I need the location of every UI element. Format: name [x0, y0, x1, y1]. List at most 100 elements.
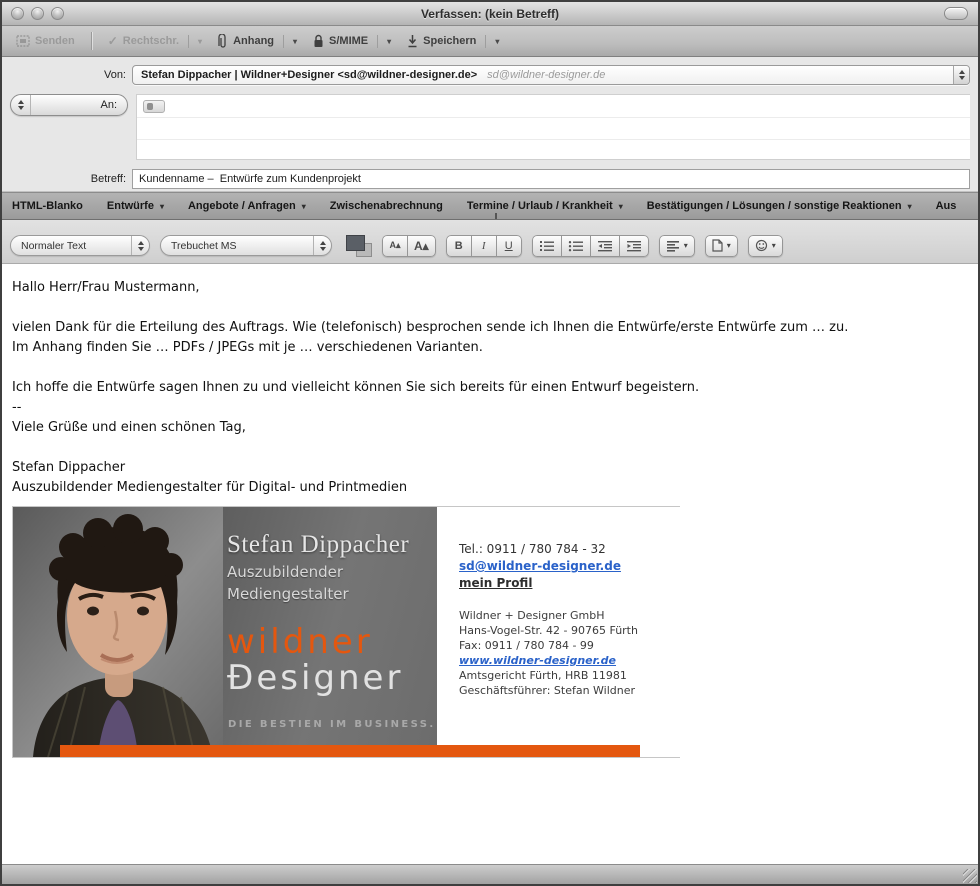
tab-angebote-anfragen[interactable]: Angebote / Anfragen ▾: [188, 200, 306, 212]
emoticon-group: ▾: [748, 235, 783, 257]
bulleted-list-button[interactable]: [561, 235, 591, 257]
attachment-menu-caret-icon[interactable]: ▾: [291, 37, 299, 46]
alignment-menu-caret-icon: ▾: [684, 241, 688, 250]
numbered-list-button[interactable]: [532, 235, 562, 257]
tab-termine-urlaub-krankheit[interactable]: Termine / Urlaub / Krankheit ▾: [467, 200, 623, 212]
portrait-photo: [13, 507, 223, 757]
card-role-2: Mediengestalter: [227, 585, 409, 603]
toolbar-separator: [91, 32, 92, 50]
card-role-1: Auszubildender: [227, 563, 409, 581]
company-tagline: DIE BESTIEN IM BUSINESS.: [228, 719, 436, 730]
tab-html-blanko[interactable]: HTML-Blanko: [12, 200, 83, 212]
toolbar-toggle-button[interactable]: [944, 7, 968, 20]
tab-bar-handle: [495, 213, 497, 220]
send-button[interactable]: Senden: [12, 32, 79, 50]
to-label: An:: [31, 99, 127, 111]
indent-button[interactable]: [619, 235, 649, 257]
font-size-increase-button[interactable]: A▴: [407, 235, 436, 257]
card-phone: Tel.: 0911 / 780 784 - 32: [459, 541, 680, 558]
card-contact-panel: Tel.: 0911 / 780 784 - 32 sd@wildner-des…: [437, 507, 680, 757]
tab-menu-caret-icon: ▾: [908, 202, 912, 211]
check-icon: ✓: [108, 35, 118, 47]
from-select-stepper-icon[interactable]: [953, 66, 969, 84]
tab-menu-caret-icon: ▾: [619, 202, 623, 211]
body-line: Im Anhang finden Sie … PDFs / JPEGs mit …: [12, 338, 968, 358]
smime-button[interactable]: S/MIME ▾: [309, 31, 397, 51]
save-button[interactable]: Speichern ▾: [403, 31, 505, 51]
save-label: Speichern: [423, 35, 476, 47]
stationery-button[interactable]: ▾: [705, 235, 738, 257]
tab-entwuerfe[interactable]: Entwürfe ▾: [107, 200, 164, 212]
send-icon: [16, 35, 30, 47]
to-selector-stepper-icon[interactable]: [11, 95, 31, 115]
email-link[interactable]: sd@wildner-designer.de: [459, 559, 621, 573]
card-accent-bar: [60, 745, 640, 757]
underline-button[interactable]: U: [496, 235, 522, 257]
logo-word-wildner: wildner: [227, 625, 403, 661]
list-indent-group: [532, 235, 649, 257]
window-minimize-button[interactable]: [31, 7, 44, 20]
save-arrow-icon: [407, 34, 418, 48]
paragraph-style-select[interactable]: Normaler Text: [10, 235, 150, 256]
window-title: Verfassen: (kein Betreff): [2, 7, 978, 21]
document-icon: [712, 239, 723, 252]
card-fax: Fax: 0911 / 780 784 - 99: [459, 638, 680, 653]
recipient-chip[interactable]: [143, 100, 165, 113]
message-body-editor[interactable]: Hallo Herr/Frau Mustermann, vielen Dank …: [2, 264, 978, 864]
bold-button[interactable]: B: [446, 235, 472, 257]
subject-row: Betreff:: [2, 169, 970, 189]
window-bottom-bar: [2, 864, 978, 884]
contact-icon: [147, 103, 153, 110]
spellcheck-label: Rechtschr.: [123, 35, 179, 47]
card-company: Wildner + Designer GmbH: [459, 608, 680, 623]
logo-word-designer: Đesigner: [227, 661, 403, 697]
emoticon-button[interactable]: ▾: [748, 235, 783, 257]
body-line: vielen Dank für die Erteilung des Auftra…: [12, 318, 968, 338]
font-family-select[interactable]: Trebuchet MS: [160, 235, 332, 256]
bulleted-list-icon: [568, 240, 584, 252]
spellcheck-button[interactable]: ✓ Rechtschr. ▾: [104, 32, 208, 51]
signature-card: Stefan Dippacher Auszubildender Medienge…: [12, 506, 680, 758]
from-account-select[interactable]: Stefan Dippacher | Wildner+Designer <sd@…: [132, 65, 970, 85]
italic-button[interactable]: I: [471, 235, 497, 257]
alignment-button[interactable]: ▾: [659, 235, 695, 257]
outdent-button[interactable]: [590, 235, 620, 257]
lock-icon: [313, 34, 324, 48]
text-color-well[interactable]: [346, 235, 372, 257]
window-zoom-button[interactable]: [51, 7, 64, 20]
from-account-value: Stefan Dippacher | Wildner+Designer <sd@…: [133, 69, 477, 81]
stationery-group: ▾: [705, 235, 738, 257]
tab-bestaetigungen-loesungen[interactable]: Bestätigungen / Lösungen / sonstige Reak…: [647, 200, 912, 212]
from-label: Von:: [2, 65, 132, 81]
indent-icon: [626, 240, 642, 252]
text-style-group: B I U: [446, 235, 522, 257]
title-bar[interactable]: Verfassen: (kein Betreff): [2, 2, 978, 26]
emoticon-menu-caret-icon: ▾: [772, 241, 776, 250]
body-line: Ich hoffe die Entwürfe sagen Ihnen zu un…: [12, 378, 968, 398]
card-name: Stefan Dippacher: [227, 531, 409, 559]
tab-zwischenabrechnung[interactable]: Zwischenabrechnung: [330, 200, 443, 212]
resize-grip[interactable]: [963, 869, 977, 883]
spellcheck-menu-caret-icon[interactable]: ▾: [196, 37, 204, 46]
window-frame: Verfassen: (kein Betreff) Senden ✓ Recht…: [0, 0, 980, 886]
body-line: Viele Grüße und einen schönen Tag,: [12, 418, 968, 438]
window-close-button[interactable]: [11, 7, 24, 20]
font-size-decrease-button[interactable]: A▴: [382, 235, 408, 257]
card-managing-director: Geschäftsführer: Stefan Wildner: [459, 683, 680, 698]
save-menu-caret-icon[interactable]: ▾: [493, 37, 501, 46]
subject-input[interactable]: [132, 169, 970, 189]
smiley-icon: [755, 239, 768, 252]
profile-link[interactable]: mein Profil: [459, 576, 532, 590]
format-toolbar: Normaler Text Trebuchet MS A▴ A▴: [2, 220, 978, 264]
to-field-selector-button[interactable]: An:: [10, 94, 128, 116]
tab-aus-truncated[interactable]: Aus: [936, 200, 957, 212]
smime-menu-caret-icon[interactable]: ▾: [385, 37, 393, 46]
attachment-button[interactable]: Anhang ▾: [214, 31, 303, 52]
send-label: Senden: [35, 35, 75, 47]
website-link[interactable]: www.wildner-designer.de: [459, 654, 616, 667]
card-address: Hans-Vogel-Str. 42 - 90765 Fürth: [459, 623, 680, 638]
company-logo: wildner Đesigner: [227, 625, 403, 696]
select-stepper-icon: [313, 236, 331, 255]
traffic-lights: [11, 7, 64, 20]
to-recipients-input[interactable]: [136, 94, 970, 160]
